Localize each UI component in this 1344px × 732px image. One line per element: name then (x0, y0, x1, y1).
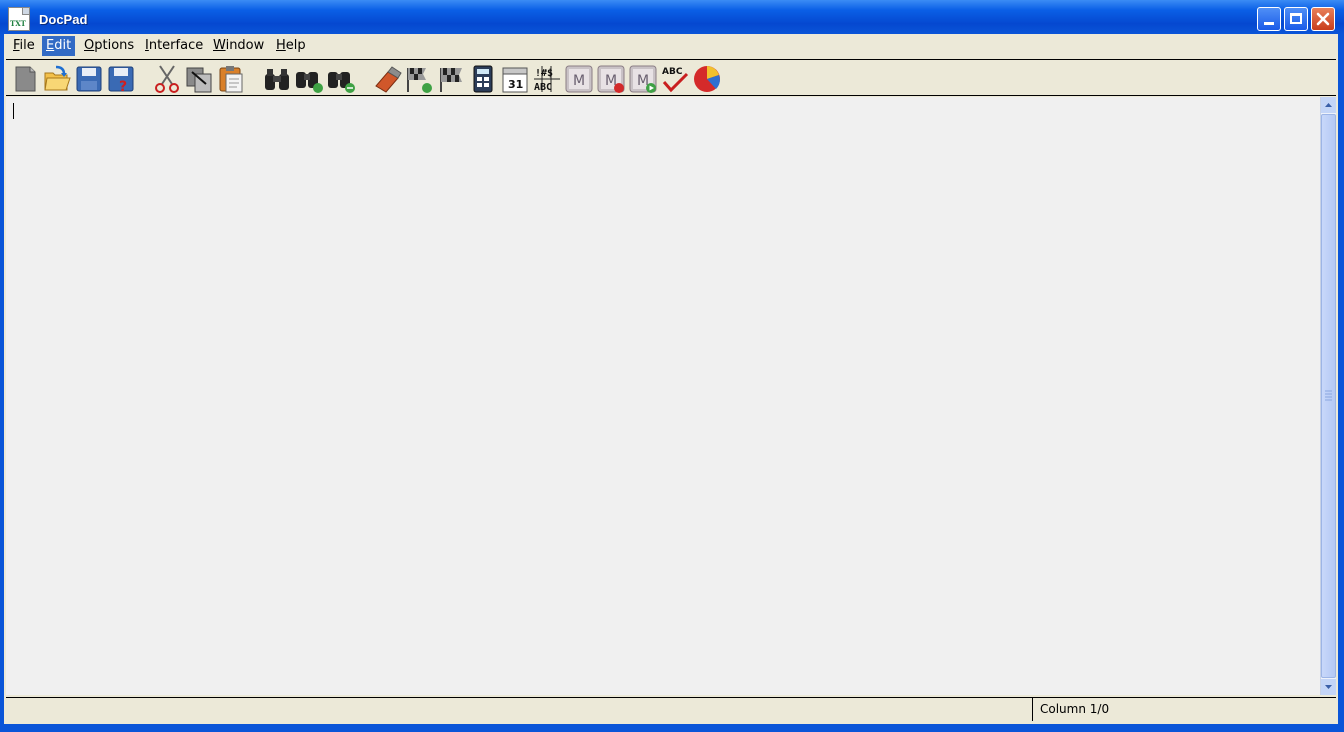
toolbar: ? 31 !#$ ABC M M M ABC (6, 59, 1336, 96)
minimize-icon (1264, 22, 1274, 25)
arrow-down-icon (1325, 685, 1332, 689)
svg-text:31: 31 (508, 78, 523, 91)
macro-icon[interactable]: M (564, 64, 594, 94)
close-icon (1316, 12, 1330, 26)
svg-text:?: ? (119, 79, 127, 94)
menu-bar: File Edit Options Interface Window Help (4, 34, 1338, 58)
maximize-button[interactable] (1284, 7, 1308, 31)
client-area: File Edit Options Interface Window Help (4, 34, 1338, 724)
macro-play-icon[interactable]: M (628, 64, 658, 94)
character-map-icon[interactable]: !#$ ABC (532, 64, 562, 94)
close-button[interactable] (1311, 7, 1335, 31)
save-as-icon[interactable]: ? (106, 64, 136, 94)
window-title: DocPad (39, 12, 88, 27)
svg-text:ABC: ABC (662, 67, 683, 77)
arrow-up-icon (1325, 103, 1332, 107)
new-document-icon[interactable] (10, 64, 40, 94)
grip-icon (1325, 390, 1332, 401)
copy-icon[interactable] (184, 64, 214, 94)
goto-flag-icon[interactable] (404, 64, 434, 94)
find-next-icon[interactable] (294, 64, 324, 94)
maximize-icon (1290, 13, 1302, 24)
replace-icon[interactable] (326, 64, 356, 94)
menu-file[interactable]: File (9, 36, 39, 56)
cut-icon[interactable] (152, 64, 182, 94)
calculator-icon[interactable] (468, 64, 498, 94)
app-window: TXT DocPad File Edit Options Interface W… (0, 0, 1344, 732)
open-folder-icon[interactable] (42, 64, 72, 94)
calendar-icon[interactable]: 31 (500, 64, 530, 94)
menu-edit[interactable]: Edit (42, 36, 76, 56)
statistics-pie-icon[interactable] (692, 64, 722, 94)
menu-interface[interactable]: Interface (141, 36, 207, 56)
find-icon[interactable] (262, 64, 292, 94)
paste-icon[interactable] (216, 64, 246, 94)
minimize-button[interactable] (1257, 7, 1281, 31)
svg-text:ABC: ABC (534, 82, 552, 93)
eraser-icon[interactable] (372, 64, 402, 94)
macro-record-icon[interactable]: M (596, 64, 626, 94)
save-icon[interactable] (74, 64, 104, 94)
flag-icon[interactable] (436, 64, 466, 94)
window-frame-bottom (0, 724, 1344, 732)
scroll-down-button[interactable] (1321, 679, 1336, 695)
status-divider (1032, 698, 1033, 721)
svg-text:M: M (573, 73, 585, 89)
menu-window[interactable]: Window (209, 36, 268, 56)
column-indicator: Column 1/0 (1040, 702, 1110, 716)
txt-document-icon[interactable]: TXT (8, 7, 30, 31)
vertical-scrollbar[interactable] (1320, 97, 1336, 695)
status-bar: Column 1/0 (6, 697, 1336, 721)
menu-options[interactable]: Options (80, 36, 138, 56)
text-editor[interactable] (6, 97, 1320, 695)
svg-text:!#$: !#$ (535, 68, 553, 79)
title-bar[interactable]: TXT DocPad (0, 0, 1344, 34)
spellcheck-icon[interactable]: ABC (660, 64, 690, 94)
scroll-up-button[interactable] (1321, 97, 1336, 113)
text-caret (13, 103, 14, 119)
menu-help[interactable]: Help (272, 36, 310, 56)
scroll-thumb[interactable] (1321, 114, 1336, 678)
